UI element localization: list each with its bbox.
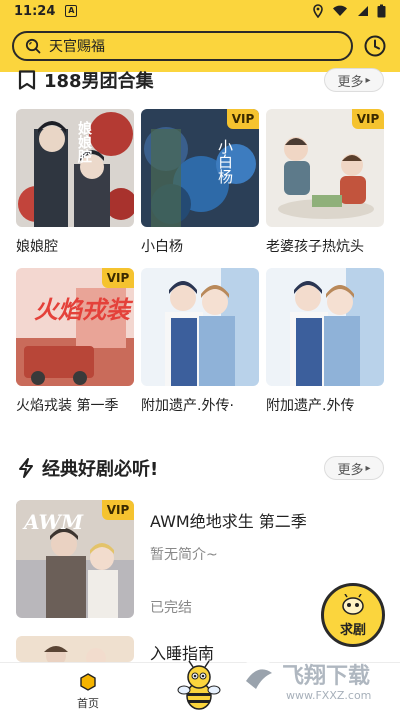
- album-title: 附加遗产.外传: [266, 398, 355, 414]
- album-title: 火焰戎装 第一季: [16, 398, 119, 414]
- album-cover: [141, 268, 259, 386]
- section-classic-title: 经典好剧必听!: [42, 459, 159, 480]
- vip-badge: VIP: [227, 109, 259, 129]
- section-188-more-button[interactable]: 更多 ▸: [324, 68, 384, 92]
- signal-icon: [358, 6, 368, 16]
- drama-cover: [16, 636, 134, 662]
- album-cover: 小白杨 VIP: [141, 109, 259, 227]
- album-card[interactable]: VIP 老婆孩子热炕头: [266, 109, 384, 256]
- battery-icon: [377, 4, 386, 18]
- chevron-right-icon: ▸: [365, 74, 371, 86]
- vip-badge: VIP: [102, 268, 134, 288]
- bee-mascot-icon[interactable]: [176, 660, 222, 711]
- search-bar[interactable]: 天官赐福: [12, 31, 353, 61]
- watermark-logo: 飞翔下载 www.FXXZ.com: [236, 655, 386, 703]
- history-clock-icon[interactable]: [363, 34, 387, 58]
- section-188-title: 188男团合集: [44, 71, 154, 92]
- album-title: 附加遗产.外传·: [141, 398, 234, 414]
- svg-text:www.FXXZ.com: www.FXXZ.com: [286, 689, 371, 702]
- album-cover: VIP: [266, 109, 384, 227]
- vip-badge: VIP: [352, 109, 384, 129]
- album-card[interactable]: 小白杨 VIP 小白杨: [141, 109, 259, 256]
- cover-title-text: 娘娘腔: [76, 121, 92, 163]
- album-card[interactable]: 娘娘腔 娘娘腔: [16, 109, 134, 256]
- home-hexagon-icon: [80, 673, 96, 691]
- nav-home-label: 首页: [77, 697, 99, 710]
- cover-title-text: 火焰戎装: [34, 296, 130, 324]
- bookmark-icon: [18, 70, 36, 90]
- album-cover: [266, 268, 384, 386]
- status-time: 11:24: [14, 3, 56, 19]
- album-card[interactable]: 附加遗产.外传: [266, 268, 384, 415]
- svg-text:飞翔下载: 飞翔下载: [282, 663, 370, 689]
- drama-title: AWM绝地求生 第二季: [150, 512, 307, 531]
- vip-badge: VIP: [102, 500, 134, 520]
- album-card[interactable]: 附加遗产.外传·: [141, 268, 259, 415]
- album-cover: 火焰戎装 VIP: [16, 268, 134, 386]
- drama-title: 入睡指南: [150, 644, 215, 662]
- nav-home[interactable]: 首页: [48, 663, 128, 711]
- section-classic-more-button[interactable]: 更多 ▸: [324, 456, 384, 480]
- chevron-right-icon: ▸: [365, 462, 371, 474]
- album-cover: 娘娘腔: [16, 109, 134, 227]
- drama-description: 暂无简介~: [150, 547, 218, 563]
- search-icon: [25, 38, 41, 54]
- cover-title-text: AWM: [24, 510, 84, 534]
- section-classic-header: 经典好剧必听! 更多 ▸: [0, 452, 400, 484]
- album-title: 娘娘腔: [16, 239, 58, 255]
- cover-title-text: 小白杨: [216, 139, 234, 184]
- bee-mascot-icon: [342, 594, 364, 615]
- wifi-icon: [333, 5, 347, 17]
- more-label: 更多: [337, 74, 364, 90]
- section-188-header: 188男团合集 更多 ▸: [0, 64, 400, 96]
- album-title: 老婆孩子热炕头: [266, 239, 364, 255]
- more-label: 更多: [337, 462, 364, 478]
- lightning-icon: [19, 458, 33, 478]
- request-drama-button[interactable]: 求剧: [321, 583, 385, 647]
- request-drama-label: 求剧: [339, 623, 366, 638]
- search-query-text: 天官赐福: [49, 39, 105, 55]
- drama-cover: AWM VIP: [16, 500, 134, 618]
- status-bar: 11:24 A: [0, 0, 400, 22]
- drama-status: 已完结: [150, 600, 192, 616]
- album-card[interactable]: 火焰戎装 VIP 火焰戎装 第一季: [16, 268, 134, 415]
- album-title: 小白杨: [141, 239, 183, 255]
- location-icon: [313, 4, 323, 18]
- top-bar: 11:24 A 天官赐福: [0, 0, 400, 72]
- app-notification-icon: A: [65, 5, 78, 17]
